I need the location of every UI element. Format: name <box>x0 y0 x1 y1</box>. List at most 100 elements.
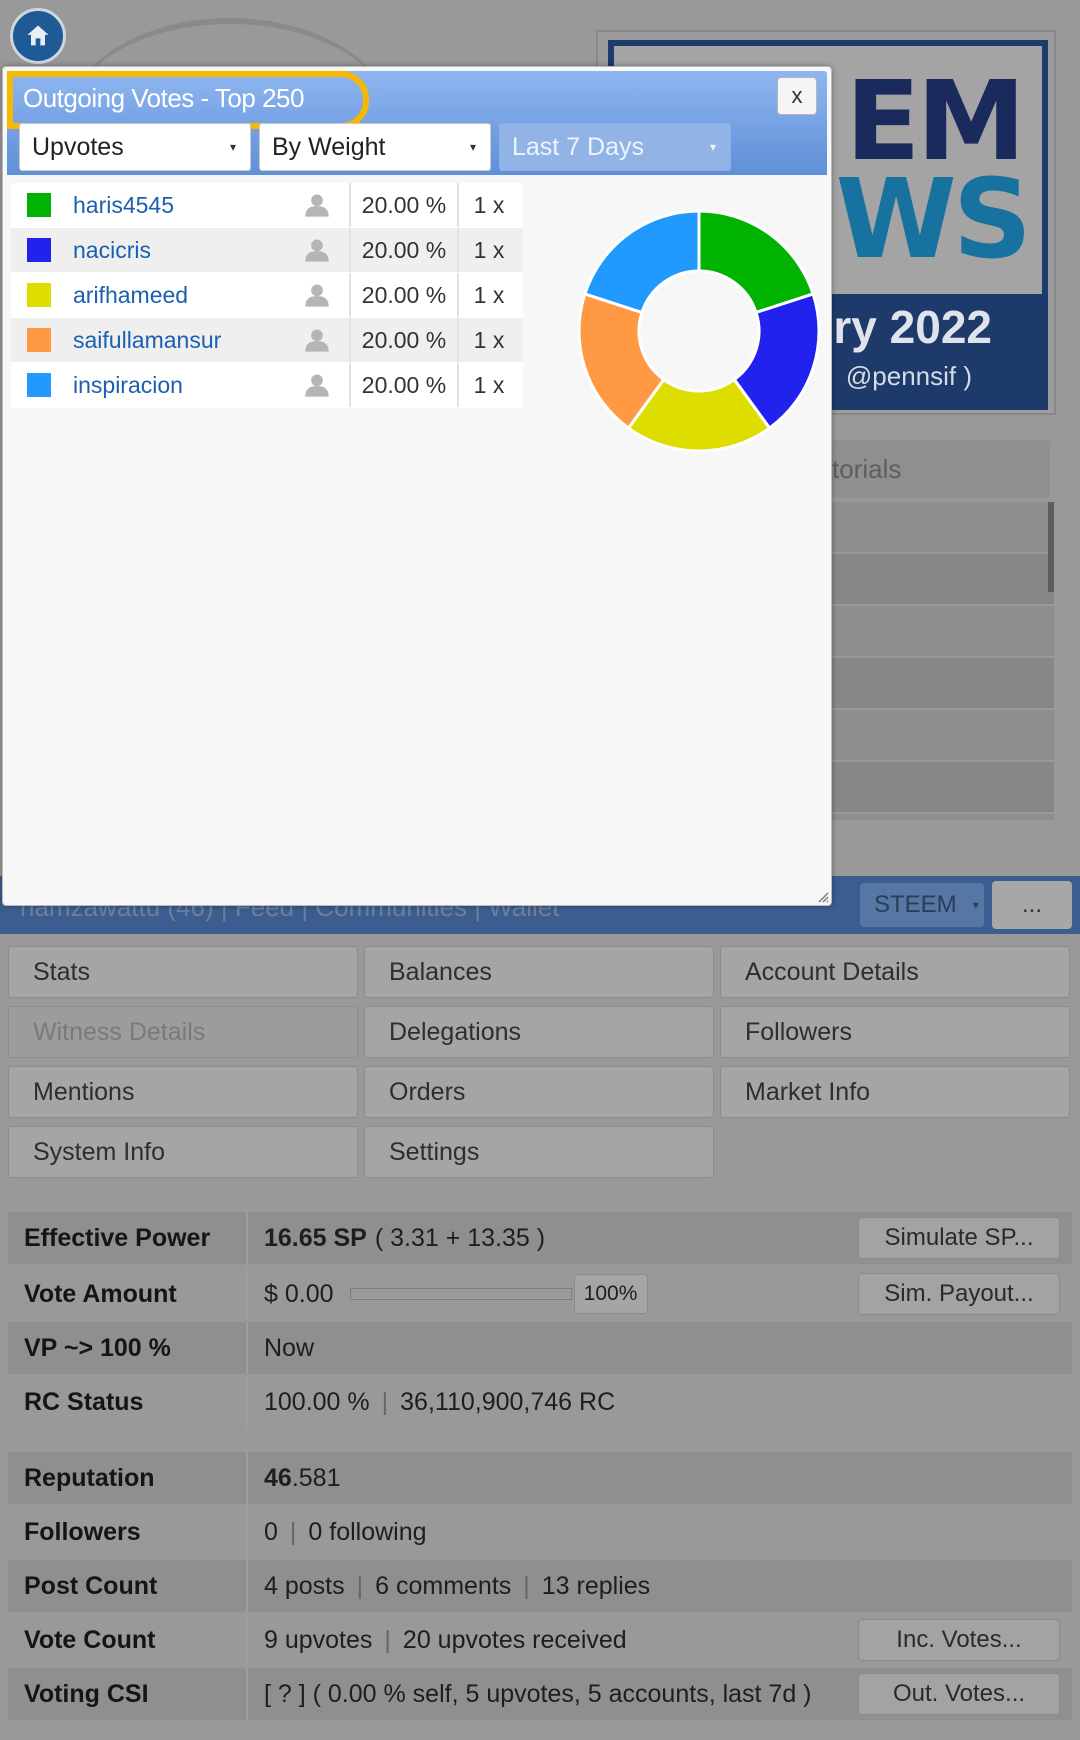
chevron-down-icon: ▾ <box>709 140 716 154</box>
comments-count: 6 comments <box>375 1571 512 1600</box>
replies-count: 13 replies <box>541 1571 651 1600</box>
upvotes-count: 9 upvotes <box>264 1625 373 1654</box>
outgoing-votes-dialog: Outgoing Votes - Top 250 x Upvotes ▾ By … <box>2 66 832 906</box>
tab-delegations[interactable]: Delegations <box>364 1006 714 1058</box>
stats-row-vp: VP ~> 100 % Now <box>8 1322 1072 1374</box>
vote-weight: 20.00 % <box>351 318 459 362</box>
side-list-item[interactable] <box>832 502 1054 554</box>
vote-type-value: Upvotes <box>32 132 124 161</box>
tab-balances[interactable]: Balances <box>364 946 714 998</box>
account-link[interactable]: arifhameed <box>67 282 285 309</box>
user-icon[interactable] <box>303 326 331 354</box>
table-row: saifullamansur 20.00 % 1 x <box>11 318 523 363</box>
side-list-scrollbar[interactable] <box>1048 502 1054 592</box>
sim-payout-button[interactable]: Sim. Payout... <box>858 1273 1060 1315</box>
vote-count: 1 x <box>473 281 505 308</box>
separator: | <box>381 1387 389 1416</box>
vote-count: 1 x <box>473 191 505 218</box>
table-row: arifhameed 20.00 % 1 x <box>11 273 523 318</box>
stats-row-effective-power: Effective Power 16.65 SP ( 3.31 + 13.35 … <box>8 1212 1072 1264</box>
banner-author: @pennsif ) <box>845 361 972 391</box>
stats-label: Reputation <box>8 1452 248 1504</box>
tab-stats[interactable]: Stats <box>8 946 358 998</box>
banner-headline-bottom: WS <box>835 155 1032 283</box>
account-link[interactable]: inspiracion <box>67 372 285 399</box>
stats-row-vote-amount: Vote Amount $ 0.00 100% Sim. Payout... <box>8 1268 1072 1320</box>
vote-weight: 20.00 % <box>351 273 459 317</box>
account-link[interactable]: saifullamansur <box>67 327 285 354</box>
vp-value: Now <box>264 1333 315 1362</box>
side-list-item[interactable] <box>832 762 1054 814</box>
tab-settings[interactable]: Settings <box>364 1126 714 1178</box>
separator: | <box>289 1517 297 1546</box>
stats-label: Effective Power <box>8 1212 248 1264</box>
tab-mentions[interactable]: Mentions <box>8 1066 358 1118</box>
stats-label: VP ~> 100 % <box>8 1322 248 1374</box>
side-list-item[interactable] <box>832 554 1054 606</box>
vote-type-select[interactable]: Upvotes ▾ <box>19 123 251 171</box>
account-link[interactable]: haris4545 <box>67 192 285 219</box>
tab-market-info[interactable]: Market Info <box>720 1066 1070 1118</box>
period-select[interactable]: Last 7 Days ▾ <box>499 123 731 171</box>
close-button[interactable]: x <box>777 77 817 115</box>
stats-row-voting-csi: Voting CSI [ ? ] ( 0.00 % self, 5 upvote… <box>8 1668 1072 1720</box>
resize-grip-icon[interactable] <box>815 889 829 903</box>
network-select-value: STEEM <box>874 891 957 918</box>
sort-value: By Weight <box>272 132 386 161</box>
color-swatch <box>27 238 51 262</box>
side-list <box>832 502 1054 820</box>
banner-date: ry 2022 <box>833 301 992 353</box>
more-button[interactable]: ... <box>992 881 1072 929</box>
followers-count: 0 <box>264 1517 278 1546</box>
period-value: Last 7 Days <box>512 132 645 161</box>
effective-power-value: 16.65 SP <box>264 1223 367 1252</box>
side-list-item[interactable] <box>832 710 1054 762</box>
tab-followers[interactable]: Followers <box>720 1006 1070 1058</box>
side-list-item[interactable] <box>832 658 1054 710</box>
tab-account-details[interactable]: Account Details <box>720 946 1070 998</box>
side-tab-tutorials[interactable]: torials <box>832 440 1050 498</box>
votes-table: haris4545 20.00 % 1 x nacicris 20.00 % 1… <box>11 183 523 408</box>
user-icon[interactable] <box>303 281 331 309</box>
account-link[interactable]: nacicris <box>67 237 285 264</box>
rc-percent: 100.00 % <box>264 1387 370 1416</box>
stats-row-reputation: Reputation 46.581 <box>8 1452 1072 1504</box>
vote-count: 1 x <box>473 236 505 263</box>
simulate-sp-button[interactable]: Simulate SP... <box>858 1217 1060 1259</box>
donut-slice-haris4545[interactable] <box>697 209 816 315</box>
home-button[interactable] <box>10 8 66 64</box>
separator: | <box>384 1625 391 1654</box>
separator: | <box>356 1571 364 1600</box>
vote-count: 1 x <box>473 326 505 353</box>
vote-weight: 20.00 % <box>351 228 459 272</box>
user-icon[interactable] <box>303 236 331 264</box>
table-row: haris4545 20.00 % 1 x <box>11 183 523 228</box>
sort-select[interactable]: By Weight ▾ <box>259 123 491 171</box>
color-swatch <box>27 328 51 352</box>
chevron-down-icon: ▾ <box>469 140 476 154</box>
side-list-item[interactable] <box>832 606 1054 658</box>
vote-amount-value: $ 0.00 <box>264 1279 334 1308</box>
effective-power-detail: ( 3.31 + 13.35 ) <box>374 1223 546 1252</box>
voting-csi-value: [ ? ] ( 0.00 % self, 5 upvotes, 5 accoun… <box>264 1679 812 1708</box>
donut-slice-inspiracion[interactable] <box>582 209 701 315</box>
chevron-down-icon: ▾ <box>972 898 979 912</box>
stats-label: RC Status <box>8 1376 248 1428</box>
vote-weight: 20.00 % <box>351 183 459 227</box>
tab-orders[interactable]: Orders <box>364 1066 714 1118</box>
tab-system-info[interactable]: System Info <box>8 1126 358 1178</box>
network-select[interactable]: STEEM ▾ <box>860 883 984 927</box>
tab-witness-details[interactable]: Witness Details <box>8 1006 358 1058</box>
inc-votes-button[interactable]: Inc. Votes... <box>858 1619 1060 1661</box>
stats-row-rc-status: RC Status 100.00 % | 36,110,900,746 RC <box>8 1376 1072 1428</box>
rc-value: 36,110,900,746 RC <box>400 1387 616 1416</box>
stats-label: Vote Count <box>8 1614 248 1666</box>
user-icon[interactable] <box>303 371 331 399</box>
vote-weight-value[interactable]: 100% <box>573 1274 648 1314</box>
out-votes-button[interactable]: Out. Votes... <box>858 1673 1060 1715</box>
vote-weight-slider[interactable] <box>349 1288 572 1300</box>
user-icon[interactable] <box>303 191 331 219</box>
dialog-header[interactable]: Outgoing Votes - Top 250 x Upvotes ▾ By … <box>7 71 827 175</box>
following-count: 0 following <box>308 1517 427 1546</box>
stats-row-followers: Followers 0 | 0 following <box>8 1506 1072 1558</box>
